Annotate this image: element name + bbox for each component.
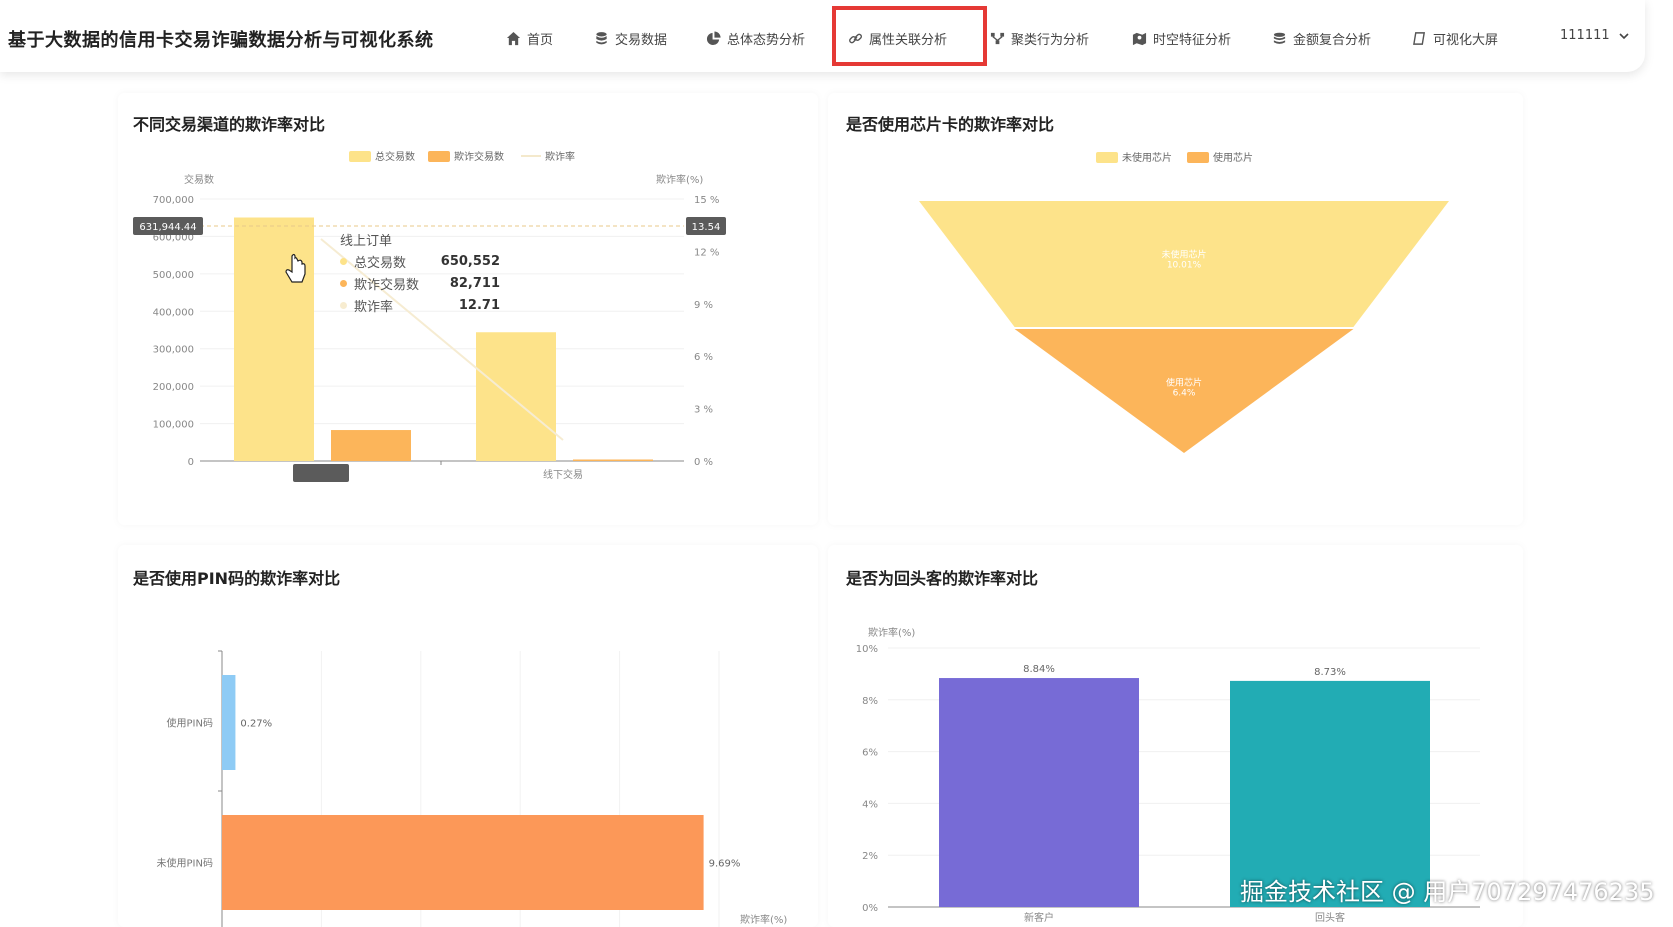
tooltip-label: 总交易数 — [354, 255, 407, 271]
y-axis-right-label: 欺诈率(%) — [656, 173, 703, 186]
data-label: 8.73% — [1314, 667, 1346, 678]
y-right-tick-label: 6 % — [694, 352, 713, 363]
y-right-tick-label: 3 % — [694, 405, 713, 416]
y-tick-label: 6% — [862, 748, 878, 759]
username: 111111 — [1560, 28, 1610, 43]
y-tick-label: 200,000 — [153, 382, 194, 393]
tooltip-row: 欺诈率 12.71 — [340, 294, 500, 316]
bar — [573, 459, 653, 461]
x-tick-label: 新客户 — [1024, 911, 1054, 924]
legend-label[interactable]: 未使用芯片 — [1122, 151, 1172, 164]
legend-swatch — [1096, 152, 1118, 163]
bar — [939, 678, 1139, 907]
legend-dot — [340, 257, 347, 265]
funnel-value: 6.4% — [1173, 389, 1196, 399]
data-label: 8.84% — [1023, 664, 1055, 675]
y-tick-label: 未使用PIN码 — [157, 857, 213, 870]
nav-label: 金额复合分析 — [1293, 32, 1372, 48]
y-axis-left-label: 交易数 — [184, 173, 214, 186]
tooltip-value: 82,711 — [449, 275, 500, 291]
nav-item-cluster[interactable]: 聚类行为分析 — [990, 26, 1089, 50]
nav-item-bigscreen[interactable]: 可视化大屏 — [1412, 26, 1498, 50]
bar — [476, 332, 556, 461]
y-tick-label: 300,000 — [153, 345, 194, 356]
y-tick-label: 4% — [862, 799, 878, 810]
hovered-category-badge — [293, 464, 349, 482]
y-axis-label: 欺诈率(%) — [868, 626, 915, 639]
screen-icon — [1413, 31, 1426, 45]
tooltip-row: 总交易数 650,552 — [340, 250, 500, 272]
user-menu[interactable]: 111111 — [1560, 28, 1630, 43]
x-tick-label: 回头客 — [1315, 911, 1345, 924]
y-tick-label: 2% — [862, 851, 878, 862]
data-label: 9.69% — [709, 859, 741, 870]
repeat-bar-chart: 欺诈率(%) 0% 2% 4% 6% 8% 10% 8.84% 新客户 8.73% 回头客 — [856, 626, 1480, 924]
nav-label: 聚类行为分析 — [1011, 32, 1090, 48]
tooltip-label: 欺诈交易数 — [354, 277, 420, 293]
funnel-label: 使用芯片 — [1166, 377, 1202, 389]
tooltip-label: 欺诈率 — [354, 299, 394, 315]
tooltip-row: 欺诈交易数 82,711 — [340, 272, 500, 294]
x-tick-label: 线下交易 — [543, 468, 583, 481]
tooltip-title: 线上订单 — [340, 233, 393, 249]
tooltip-value: 12.71 — [458, 297, 500, 313]
y-tick-label: 700,000 — [153, 195, 194, 206]
y-tick-label: 0% — [862, 903, 878, 914]
nav-label: 可视化大屏 — [1433, 32, 1499, 48]
y-tick-label: 使用PIN码 — [167, 717, 213, 730]
y-right-tick-label: 9 % — [694, 300, 713, 311]
map-icon — [1132, 32, 1147, 45]
y-tick-label: 100,000 — [153, 420, 194, 431]
bar — [331, 430, 411, 461]
legend-swatch — [428, 151, 450, 162]
tooltip-value: 650,552 — [440, 253, 500, 269]
y-right-tick-label: 0 % — [694, 457, 713, 468]
legend-swatch — [521, 155, 541, 157]
chip-funnel-chart: 未使用芯片 使用芯片 未使用芯片10.01%使用芯片6.4% — [919, 151, 1449, 453]
coins-icon — [1273, 32, 1286, 44]
nav-item-amount[interactable]: 金额复合分析 — [1272, 26, 1371, 50]
legend-swatch — [1187, 152, 1209, 163]
y-tick-label: 400,000 — [153, 307, 194, 318]
bar — [234, 217, 314, 461]
y-right-tick-label: 15 % — [694, 195, 719, 206]
nav-item-spatiotemporal[interactable]: 时空特征分析 — [1132, 26, 1231, 50]
legend-swatch — [349, 151, 371, 162]
legend-label[interactable]: 欺诈率 — [545, 150, 575, 163]
y-right-tick-label: 12 % — [694, 247, 719, 258]
y-tick-label: 500,000 — [153, 270, 194, 281]
bar — [222, 675, 236, 770]
crosshair-left-value: 631,944.44 — [139, 222, 196, 233]
crosshair-right-value: 13.54 — [692, 222, 721, 233]
watermark: 掘金技术社区 @ 用户707297476235 — [1240, 878, 1655, 906]
pin-bar-chart: 使用PIN码 0.27% 未使用PIN码 9.69% 欺诈率(%) — [157, 650, 787, 927]
chart-tooltip: 线上订单 总交易数 650,552 欺诈交易数 82,711 欺诈率 12.71 — [340, 228, 500, 316]
data-label: 0.27% — [240, 719, 272, 730]
funnel-value: 10.01% — [1167, 261, 1202, 271]
chevron-down-icon — [1619, 32, 1629, 39]
active-nav-highlight — [832, 6, 987, 66]
y-tick-label: 8% — [862, 696, 878, 707]
x-axis-label: 欺诈率(%) — [740, 913, 787, 926]
legend-label[interactable]: 总交易数 — [375, 150, 415, 163]
legend-dot — [340, 279, 347, 287]
funnel-label: 未使用芯片 — [1161, 249, 1206, 261]
legend-label[interactable]: 欺诈交易数 — [454, 150, 504, 163]
legend-label[interactable]: 使用芯片 — [1213, 151, 1253, 164]
nav-label: 时空特征分析 — [1153, 32, 1232, 48]
bar — [222, 815, 704, 910]
legend-dot — [340, 301, 347, 309]
y-tick-label: 0 — [188, 457, 194, 468]
cluster-icon — [990, 32, 1005, 44]
y-tick-label: 10% — [856, 644, 878, 655]
